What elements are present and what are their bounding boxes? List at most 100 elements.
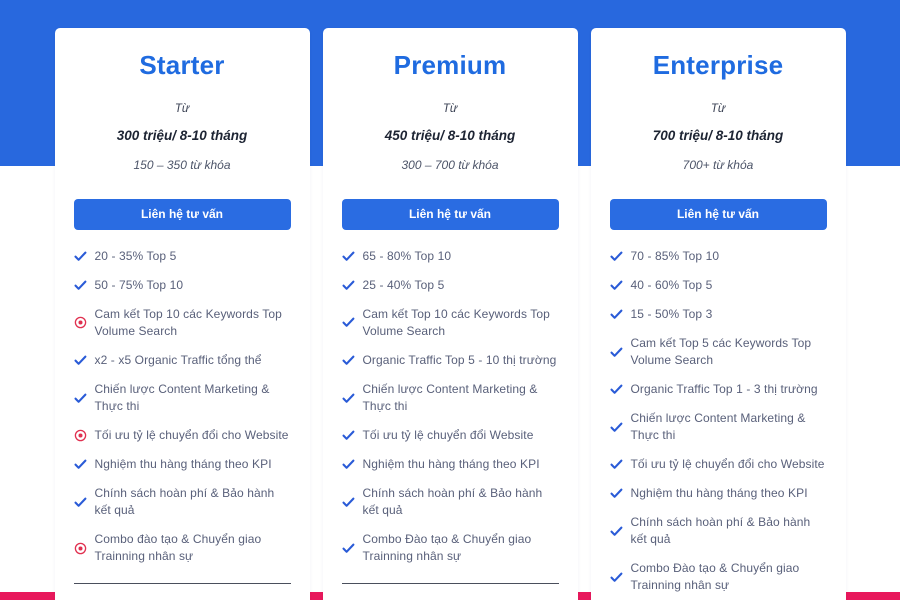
feature-item: Cam kết Top 10 các Keywords Top Volume S… — [74, 306, 291, 340]
feature-label: Cam kết Top 5 các Keywords Top Volume Se… — [630, 335, 812, 368]
check-icon — [73, 250, 87, 263]
check-icon — [341, 250, 355, 263]
keyword-range: 150 – 350 từ khóa — [133, 157, 231, 172]
feature-label: Nghiệm thu hàng tháng theo KPI — [630, 486, 808, 501]
feature-list: 70 - 85% Top 10 40 - 60% Top 5 15 - 50% To… — [609, 248, 827, 600]
price-prefix: Từ — [442, 102, 458, 115]
plan-title: Enterprise — [652, 50, 784, 80]
feature-item: Combo Đào tạo & Chuyển giao Trainning nh… — [341, 531, 559, 565]
feature-label: Combo Đào tạo & Chuyển giao Trainning nh… — [362, 532, 532, 564]
keyword-range: 300 – 700 từ khóa — [401, 157, 499, 172]
feature-label: 40 - 60% Top 5 — [630, 277, 713, 292]
check-icon — [609, 487, 623, 500]
price-prefix: Từ — [710, 102, 726, 115]
feature-label: Nghiệm thu hàng tháng theo KPI — [362, 457, 540, 472]
check-icon — [609, 458, 623, 471]
price-amount: 700 triệu/ 8-10 tháng — [652, 127, 784, 143]
feature-item: 50 - 75% Top 10 — [73, 277, 291, 294]
feature-item: Organic Traffic Top 1 - 3 thị trường — [609, 381, 827, 398]
feature-list: 65 - 80% Top 10 25 - 40% Top 5 Cam kết Top… — [341, 248, 559, 577]
feature-item: 65 - 80% Top 10 — [341, 248, 559, 265]
feature-item: Chiến lược Content Marketing & Thực thi — [341, 381, 559, 415]
check-icon — [73, 496, 87, 509]
feature-list: 20 - 35% Top 5 50 - 75% Top 10 Cam kết Top… — [73, 248, 291, 577]
card-divider — [73, 583, 291, 585]
feature-label: Combo Đào tạo & Chuyển giao Trainning nh… — [630, 561, 800, 593]
card-divider — [341, 583, 559, 585]
contact-consult-button[interactable]: Liên hệ tư vấn — [73, 198, 291, 230]
feature-item: Tối ưu tỷ lệ chuyển đổi Website — [341, 427, 559, 444]
feature-label: Organic Traffic Top 1 - 3 thị trường — [630, 382, 818, 397]
feature-item: Cam kết Top 5 các Keywords Top Volume Se… — [609, 335, 827, 369]
feature-item: Combo đào tạo & Chuyển giao Trainning nh… — [74, 531, 291, 565]
feature-label: 25 - 40% Top 5 — [362, 277, 445, 292]
check-icon — [609, 383, 623, 396]
feature-label: Tối ưu tỷ lệ chuyển đổi cho Website — [94, 428, 289, 443]
check-icon — [609, 571, 623, 584]
feature-item: Chiến lược Content Marketing & Thực thi — [73, 381, 291, 415]
feature-item: 70 - 85% Top 10 — [609, 248, 827, 265]
check-icon — [341, 354, 355, 367]
feature-label: Nghiệm thu hàng tháng theo KPI — [94, 457, 272, 472]
feature-item: Chiến lược Content Marketing & Thực thi — [609, 410, 827, 444]
pricing-card-list: Starter Từ 300 triệu/ 8-10 tháng 150 – 350 … — [0, 0, 900, 600]
check-icon — [73, 458, 87, 471]
check-icon — [609, 421, 623, 434]
feature-item: 40 - 60% Top 5 — [609, 277, 827, 294]
check-icon — [609, 346, 623, 359]
feature-label: 20 - 35% Top 5 — [94, 248, 177, 263]
feature-label: Chiến lược Content Marketing & Thực thi — [362, 382, 538, 414]
plan-title: Starter — [139, 50, 225, 80]
check-icon — [73, 392, 87, 405]
feature-item: Organic Traffic Top 5 - 10 thị trường — [341, 352, 559, 369]
check-icon — [341, 279, 355, 292]
feature-label: x2 - x5 Organic Traffic tổng thể — [94, 353, 262, 368]
feature-item: Chính sách hoàn phí & Bảo hành kết quả — [73, 485, 291, 519]
feature-label: Tối ưu tỷ lệ chuyển đổi Website — [362, 428, 534, 443]
price-amount: 450 triệu/ 8-10 tháng — [384, 127, 516, 143]
pricing-page: Starter Từ 300 triệu/ 8-10 tháng 150 – 350 … — [0, 0, 900, 600]
deny-icon — [74, 316, 87, 329]
feature-item: Nghiệm thu hàng tháng theo KPI — [73, 456, 291, 473]
feature-label: Cam kết Top 10 các Keywords Top Volume S… — [362, 306, 550, 338]
check-icon — [609, 250, 623, 263]
feature-label: Tối ưu tỷ lệ chuyển đổi cho Website — [630, 457, 825, 472]
feature-item: Nghiệm thu hàng tháng theo KPI — [609, 485, 827, 502]
feature-item: Nghiệm thu hàng tháng theo KPI — [341, 456, 559, 473]
feature-label: Organic Traffic Top 5 - 10 thị trường — [362, 353, 557, 368]
feature-item: Tối ưu tỷ lệ chuyển đổi cho Website — [609, 456, 827, 473]
feature-label: Chính sách hoàn phí & Bảo hành kết quả — [630, 515, 811, 547]
feature-label: 15 - 50% Top 3 — [630, 306, 713, 321]
check-icon — [341, 542, 355, 555]
feature-label: 70 - 85% Top 10 — [630, 248, 720, 263]
deny-icon — [74, 429, 87, 442]
check-icon — [609, 525, 623, 538]
price-amount: 300 triệu/ 8-10 tháng — [116, 127, 248, 143]
feature-label: Combo đào tạo & Chuyển giao Trainning nh… — [94, 532, 262, 564]
feature-item: 25 - 40% Top 5 — [341, 277, 559, 294]
feature-item: Tối ưu tỷ lệ chuyển đổi cho Website — [74, 427, 291, 444]
keyword-range: 700+ từ khóa — [682, 157, 754, 172]
check-icon — [341, 496, 355, 509]
feature-label: Chính sách hoàn phí & Bảo hành kết quả — [94, 486, 275, 518]
feature-item: Cam kết Top 10 các Keywords Top Volume S… — [341, 306, 559, 340]
pricing-card-starter: Starter Từ 300 triệu/ 8-10 tháng 150 – 350 … — [54, 28, 310, 600]
feature-item: Combo Đào tạo & Chuyển giao Trainning nh… — [609, 560, 827, 594]
contact-consult-button[interactable]: Liên hệ tư vấn — [609, 198, 827, 230]
feature-item: Chính sách hoàn phí & Bảo hành kết quả — [341, 485, 559, 519]
feature-label: Chiến lược Content Marketing & Thực thi — [630, 411, 806, 443]
check-icon — [73, 354, 87, 367]
feature-item: 15 - 50% Top 3 — [609, 306, 827, 323]
check-icon — [341, 429, 355, 442]
pricing-card-premium: Premium Từ 450 triệu/ 8-10 tháng 300 – 700 … — [322, 28, 578, 600]
contact-consult-button[interactable]: Liên hệ tư vấn — [341, 198, 559, 230]
check-icon — [609, 308, 623, 321]
feature-item: x2 - x5 Organic Traffic tổng thể — [73, 352, 291, 369]
feature-label: 65 - 80% Top 10 — [362, 248, 452, 263]
price-prefix: Từ — [174, 102, 190, 115]
feature-label: Cam kết Top 10 các Keywords Top Volume S… — [94, 306, 282, 338]
feature-item: Chính sách hoàn phí & Bảo hành kết quả — [609, 514, 827, 548]
plan-title: Premium — [393, 50, 507, 80]
feature-item: 20 - 35% Top 5 — [73, 248, 291, 265]
check-icon — [73, 279, 87, 292]
